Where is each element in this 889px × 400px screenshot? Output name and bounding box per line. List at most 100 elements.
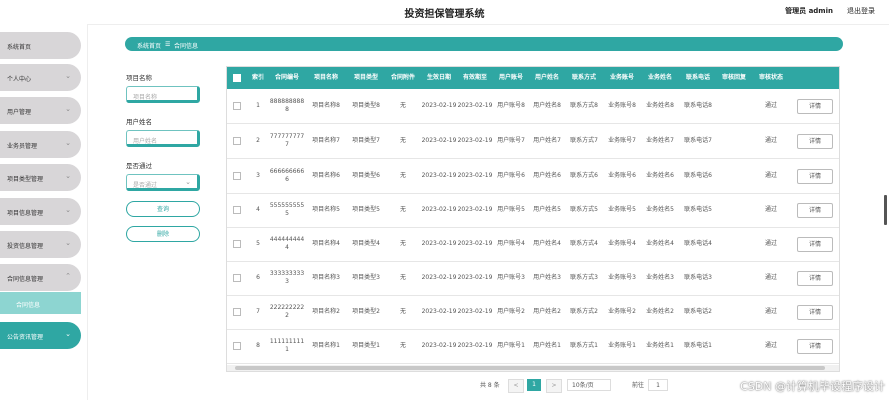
detail-button[interactable]: 详情	[797, 133, 833, 149]
chevron-down-icon: ⌄	[65, 139, 71, 147]
sidebar-item-contract[interactable]: 合同信息管理 ⌃	[0, 264, 81, 291]
cell: 业务账号7	[608, 137, 636, 144]
cell: 项目类型4	[352, 240, 380, 247]
action-cell: 详情	[793, 329, 837, 363]
chevron-down-icon: ⌄	[185, 178, 191, 186]
cell: 无	[399, 206, 406, 213]
sidebar-item-announcement[interactable]: 公告资讯管理 ⌄	[0, 322, 81, 349]
col-header: 业务姓名	[647, 74, 672, 81]
horizontal-scrollbar[interactable]	[227, 365, 839, 371]
user-name-input[interactable]: 用户姓名	[126, 130, 200, 147]
cell: 业务账号2	[608, 308, 636, 315]
cell: 2023-02-19	[457, 240, 493, 247]
col-header: 索引	[251, 74, 264, 81]
sidebar-item-salesman[interactable]: 业务员管理 ⌄	[0, 131, 81, 158]
pass-select[interactable]: 是否通过 ⌄	[126, 174, 200, 191]
breadcrumb: 系统首页 ☰ 合同信息	[125, 37, 843, 51]
cell: 2023-02-19	[421, 137, 457, 144]
detail-button[interactable]: 详情	[797, 98, 833, 114]
row-checkbox[interactable]	[227, 227, 247, 261]
breadcrumb-home[interactable]: 系统首页	[137, 41, 161, 50]
cell: 1	[256, 102, 260, 109]
delete-button[interactable]: 删除	[126, 226, 200, 242]
cell: 联系电话2	[684, 308, 712, 315]
sidebar-subitem-contract-info[interactable]: 合同信息	[0, 292, 81, 314]
cell: 项目类型7	[352, 137, 380, 144]
scrollbar-thumb[interactable]	[235, 366, 825, 370]
cell: 无	[399, 102, 406, 109]
cell: 项目名称8	[312, 102, 340, 109]
cell: 业务姓名6	[646, 172, 674, 179]
current-page[interactable]: 1	[527, 379, 541, 391]
cell: 无	[399, 137, 406, 144]
breadcrumb-current: 合同信息	[174, 43, 199, 50]
sidebar-item-users[interactable]: 用户管理 ⌄	[0, 97, 81, 124]
total-count: 共 8 条	[480, 382, 500, 389]
row-checkbox[interactable]	[227, 329, 247, 363]
row-checkbox[interactable]	[227, 295, 247, 329]
cell: 4	[256, 206, 260, 213]
sidebar-item-home[interactable]: 系统首页	[0, 32, 81, 59]
cell: 项目名称2	[312, 308, 340, 315]
contract-table: 索引 合同编号 项目名称 项目类型 合同附件 生效日期 有效期至 用户账号 用户…	[226, 66, 840, 372]
col-header: 审核回复	[721, 74, 746, 81]
user-name-label: 用户姓名	[126, 118, 152, 126]
cell: 用户账号2	[497, 308, 525, 315]
col-header: 项目名称	[313, 74, 338, 81]
row-checkbox[interactable]	[227, 159, 247, 193]
chevron-down-icon: ⌄	[65, 105, 71, 113]
query-button[interactable]: 查询	[126, 201, 200, 217]
cell: 业务账号3	[608, 274, 636, 281]
sidebar-item-personal[interactable]: 个人中心 ⌄	[0, 64, 81, 91]
detail-button[interactable]: 详情	[797, 202, 833, 218]
cell: 2023-02-19	[421, 274, 457, 281]
table-row: 1 8888888888 项目名称8 项目类型8 无 2023-02-19 20…	[227, 89, 839, 124]
project-name-input[interactable]: 项目名称	[126, 86, 200, 103]
detail-button[interactable]: 详情	[797, 270, 833, 286]
table-row: 7 2222222222 项目名称2 项目类型2 无 2023-02-19 20…	[227, 295, 839, 330]
goto-page-input[interactable]: 1	[648, 379, 668, 391]
cell: 联系方式6	[570, 172, 598, 179]
detail-button[interactable]: 详情	[797, 304, 833, 320]
cell: 7777777777	[269, 133, 305, 148]
cell: 用户账号4	[497, 240, 525, 247]
project-name-label: 项目名称	[126, 74, 152, 82]
cell: 联系电话3	[684, 274, 712, 281]
page-size-select[interactable]: 10条/页	[567, 379, 611, 391]
cell: 业务账号8	[608, 102, 636, 109]
col-header: 合同附件	[390, 74, 415, 81]
cell: 无	[399, 308, 406, 315]
detail-button[interactable]: 详情	[797, 168, 833, 184]
cell: 2023-02-19	[457, 137, 493, 144]
sidebar-item-investment[interactable]: 投资信息管理 ⌄	[0, 231, 81, 258]
cell	[717, 329, 751, 363]
cell	[717, 227, 751, 261]
top-bar: 投资担保管理系统 管理员 admin 退出登录	[0, 0, 889, 25]
table-row: 5 4444444444 项目名称4 项目类型4 无 2023-02-19 20…	[227, 227, 839, 262]
cell: 2222222222	[269, 304, 305, 319]
vertical-scrollbar[interactable]	[884, 195, 887, 225]
action-cell: 详情	[793, 124, 837, 158]
row-checkbox[interactable]	[227, 89, 247, 123]
watermark: CSDN @计算机毕设程序设计	[740, 380, 885, 393]
select-all-checkbox[interactable]	[227, 67, 247, 89]
row-checkbox[interactable]	[227, 193, 247, 227]
next-page-button[interactable]: >	[546, 379, 562, 393]
chevron-up-icon: ⌃	[65, 272, 71, 280]
row-checkbox[interactable]	[227, 124, 247, 158]
sidebar-item-project-type[interactable]: 项目类型管理 ⌄	[0, 164, 81, 191]
col-header: 审核状态	[758, 74, 783, 81]
logout-link[interactable]: 退出登录	[847, 6, 875, 16]
cell: 无	[399, 342, 406, 349]
cell: 2023-02-19	[421, 206, 457, 213]
detail-button[interactable]: 详情	[797, 236, 833, 252]
detail-button[interactable]: 详情	[797, 338, 833, 354]
sidebar-item-project-info[interactable]: 项目信息管理 ⌄	[0, 198, 81, 225]
cell: 项目类型8	[352, 102, 380, 109]
cell: 2023-02-19	[457, 308, 493, 315]
cell: 联系电话4	[684, 240, 712, 247]
cell: 用户账号8	[497, 102, 525, 109]
row-checkbox[interactable]	[227, 261, 247, 295]
status-cell: 通过	[764, 240, 777, 247]
prev-page-button[interactable]: <	[508, 379, 524, 393]
